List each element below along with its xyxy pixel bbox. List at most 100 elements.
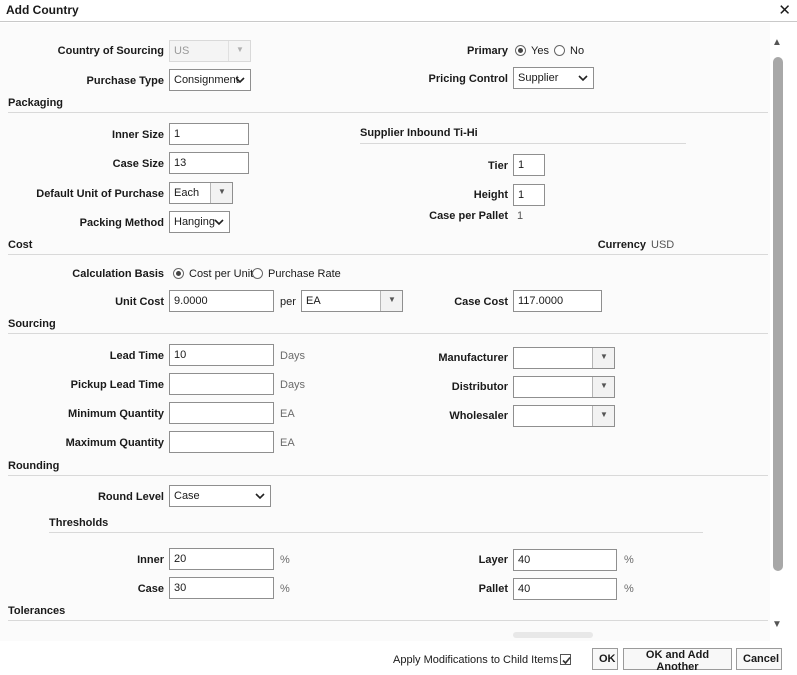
- pallet-threshold-input[interactable]: [513, 578, 617, 600]
- minimum-quantity-unit: EA: [280, 408, 295, 420]
- pallet-threshold-label: Pallet: [478, 583, 508, 595]
- currency-value: USD: [651, 239, 675, 251]
- calculation-basis-label: Calculation Basis: [72, 268, 164, 280]
- pricing-control-select[interactable]: Supplier: [513, 67, 594, 89]
- dropdown-arrow-icon[interactable]: ▼: [592, 348, 614, 368]
- manufacturer-label: Manufacturer: [438, 352, 508, 364]
- default-uop-label: Default Unit of Purchase: [36, 188, 164, 200]
- lead-time-label: Lead Time: [109, 350, 164, 362]
- default-uop-select[interactable]: Each ▼: [169, 182, 233, 204]
- packaging-section-title: Packaging: [8, 97, 64, 109]
- case-per-pallet-value: 1: [517, 210, 524, 222]
- apply-modifications-label: Apply Modifications to Child Items: [393, 654, 559, 666]
- country-of-sourcing-label: Country of Sourcing: [57, 45, 164, 57]
- per-unit-select[interactable]: EA ▼: [301, 290, 403, 312]
- country-of-sourcing-value: US: [174, 45, 190, 57]
- tier-label: Tier: [488, 160, 508, 172]
- maximum-quantity-input[interactable]: [169, 431, 274, 453]
- case-size-label: Case Size: [112, 158, 164, 170]
- dropdown-arrow-icon[interactable]: ▼: [592, 377, 614, 397]
- inner-threshold-input[interactable]: [169, 548, 274, 570]
- primary-yes-radio[interactable]: [515, 45, 526, 56]
- close-icon[interactable]: ✕: [778, 1, 791, 19]
- horizontal-scrollbar[interactable]: [513, 632, 593, 638]
- pickup-lead-time-input[interactable]: [169, 373, 274, 395]
- per-label: per: [280, 296, 296, 308]
- cancel-button[interactable]: Cancel: [736, 648, 782, 670]
- unit-cost-input[interactable]: [169, 290, 274, 312]
- primary-no-label: No: [570, 45, 585, 57]
- currency-label: Currency: [597, 239, 646, 251]
- pickup-lead-time-label: Pickup Lead Time: [70, 379, 164, 391]
- wholesaler-select[interactable]: ▼: [513, 405, 615, 427]
- primary-yes-label: Yes: [531, 45, 549, 57]
- minimum-quantity-input[interactable]: [169, 402, 274, 424]
- pickup-lead-time-unit: Days: [280, 379, 306, 391]
- ok-button[interactable]: OK: [592, 648, 618, 670]
- dialog-title: Add Country: [6, 3, 79, 17]
- maximum-quantity-label: Maximum Quantity: [65, 437, 164, 449]
- chevron-down-icon: [578, 75, 588, 82]
- rounding-section-title: Rounding: [8, 460, 60, 472]
- divider: [8, 333, 768, 334]
- case-per-pallet-label: Case per Pallet: [429, 210, 508, 222]
- wholesaler-label: Wholesaler: [449, 410, 508, 422]
- divider: [8, 620, 768, 621]
- inner-threshold-label: Inner: [137, 554, 164, 566]
- maximum-quantity-unit: EA: [280, 437, 295, 449]
- checkmark-icon: [562, 656, 571, 665]
- distributor-select[interactable]: ▼: [513, 376, 615, 398]
- divider: [49, 532, 703, 533]
- thresholds-section-title: Thresholds: [49, 517, 109, 529]
- primary-no-radio[interactable]: [554, 45, 565, 56]
- purchase-rate-radio[interactable]: [252, 268, 263, 279]
- round-level-label: Round Level: [97, 491, 164, 503]
- manufacturer-select[interactable]: ▼: [513, 347, 615, 369]
- dropdown-arrow-icon[interactable]: ▼: [380, 291, 402, 311]
- divider: [8, 254, 768, 255]
- percent-unit: %: [280, 583, 290, 595]
- apply-modifications-checkbox[interactable]: [560, 654, 571, 665]
- tolerances-section-title: Tolerances: [8, 605, 66, 617]
- inner-size-label: Inner Size: [112, 129, 164, 141]
- cost-per-unit-label: Cost per Unit: [189, 268, 254, 280]
- layer-threshold-input[interactable]: [513, 549, 617, 571]
- case-threshold-input[interactable]: [169, 577, 274, 599]
- case-threshold-label: Case: [137, 583, 164, 595]
- layer-threshold-label: Layer: [478, 554, 508, 566]
- sourcing-section-title: Sourcing: [8, 318, 56, 330]
- tihi-section-title: Supplier Inbound Ti-Hi: [360, 127, 478, 139]
- ok-and-add-another-button[interactable]: OK and Add Another: [623, 648, 732, 673]
- lead-time-unit: Days: [280, 350, 306, 362]
- purchase-rate-label: Purchase Rate: [268, 268, 341, 280]
- dropdown-arrow-icon[interactable]: ▼: [210, 183, 232, 203]
- country-of-sourcing-select: US ▼: [169, 40, 251, 62]
- case-cost-input[interactable]: [513, 290, 602, 312]
- chevron-down-icon: [255, 493, 265, 500]
- dropdown-arrow-icon[interactable]: ▼: [592, 406, 614, 426]
- cost-section-title: Cost: [8, 239, 33, 251]
- lead-time-input[interactable]: [169, 344, 274, 366]
- height-input[interactable]: [513, 184, 545, 206]
- pricing-control-label: Pricing Control: [428, 73, 508, 85]
- minimum-quantity-label: Minimum Quantity: [68, 408, 164, 420]
- dialog-content: Country of Sourcing US ▼ Primary Yes No …: [0, 23, 770, 641]
- cost-per-unit-radio[interactable]: [173, 268, 184, 279]
- scroll-down-icon[interactable]: ▼: [772, 619, 782, 630]
- packing-method-label: Packing Method: [79, 217, 164, 229]
- percent-unit: %: [280, 554, 290, 566]
- primary-label: Primary: [467, 45, 508, 57]
- divider: [8, 475, 768, 476]
- divider: [8, 112, 768, 113]
- scroll-up-icon[interactable]: ▲: [772, 37, 782, 48]
- case-size-input[interactable]: [169, 152, 249, 174]
- inner-size-input[interactable]: [169, 123, 249, 145]
- scrollbar-thumb[interactable]: [773, 57, 783, 571]
- tier-input[interactable]: [513, 154, 545, 176]
- dialog-titlebar: Add Country ✕: [0, 0, 797, 22]
- purchase-type-select[interactable]: Consignment: [169, 69, 251, 91]
- chevron-down-icon: [235, 77, 245, 84]
- chevron-down-icon: [214, 219, 224, 226]
- packing-method-select[interactable]: Hanging: [169, 211, 230, 233]
- round-level-select[interactable]: Case: [169, 485, 271, 507]
